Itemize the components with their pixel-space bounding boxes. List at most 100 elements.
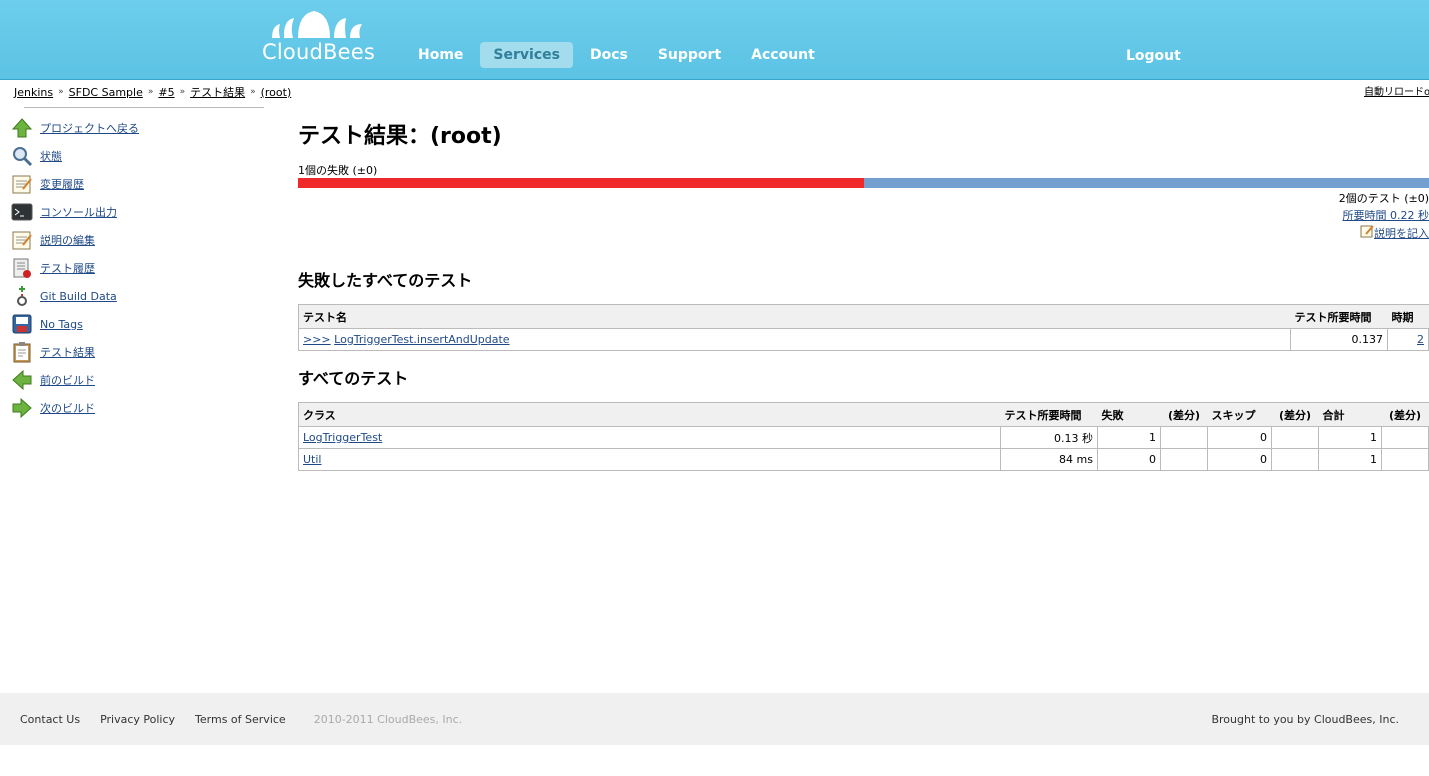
auto-reload-link[interactable]: 自動リロードo	[1364, 83, 1429, 98]
duration-link[interactable]: 所要時間 0.22 秒	[1343, 207, 1429, 224]
main-nav: Home Services Docs Support Account	[405, 42, 832, 68]
fail-diff-cell	[1160, 426, 1208, 449]
nav-support[interactable]: Support	[645, 42, 734, 68]
skip-cell: 0	[1207, 426, 1272, 449]
sidebar: プロジェクトへ戻る 状態 変更履歴 コンソール出力 説明の編集 テスト履歴 Gi…	[10, 114, 139, 422]
table-row: >>> LogTriggerTest.insertAndUpdate 0.137…	[298, 328, 1429, 351]
notepad-icon	[10, 172, 34, 196]
sidebar-item-changes[interactable]: 変更履歴	[10, 170, 139, 198]
sidebar-item-label[interactable]: プロジェクトへ戻る	[40, 120, 139, 136]
sidebar-item-console[interactable]: コンソール出力	[10, 198, 139, 226]
edit-description-link[interactable]: 説明を記入	[1374, 225, 1429, 242]
total-cell: 1	[1318, 448, 1382, 471]
sidebar-item-edit-description[interactable]: 説明の編集	[10, 226, 139, 254]
breadcrumb-separator-icon: »	[147, 87, 154, 97]
fail-cell: 1	[1097, 426, 1161, 449]
sidebar-item-no-tags[interactable]: No Tags	[10, 310, 139, 338]
footer-contact-us[interactable]: Contact Us	[20, 713, 80, 726]
table-row: LogTriggerTest 0.13 秒 1 0 1	[298, 426, 1429, 449]
test-duration-cell: 0.137	[1290, 328, 1388, 351]
fail-cell: 0	[1097, 448, 1161, 471]
nav-account[interactable]: Account	[738, 42, 828, 68]
nav-services[interactable]: Services	[480, 42, 573, 68]
sidebar-divider	[24, 107, 264, 108]
breadcrumb-build-5[interactable]: #5	[158, 86, 174, 99]
sidebar-item-label[interactable]: 説明の編集	[40, 232, 95, 248]
fail-diff-cell	[1160, 448, 1208, 471]
right-arrow-icon	[10, 396, 34, 420]
clipboard-icon	[10, 340, 34, 364]
fail-count-text: 1個の失敗 (±0)	[298, 164, 378, 177]
sidebar-item-test-results[interactable]: テスト結果	[10, 338, 139, 366]
column-total: 合計	[1318, 402, 1382, 427]
sidebar-item-label[interactable]: Git Build Data	[40, 290, 117, 303]
column-test-name: テスト名	[298, 304, 1291, 329]
nav-docs[interactable]: Docs	[577, 42, 641, 68]
sidebar-item-previous-build[interactable]: 前のビルド	[10, 366, 139, 394]
notepad-edit-icon	[1360, 224, 1374, 243]
column-skip: スキップ	[1207, 402, 1272, 427]
notepad-edit-icon	[10, 228, 34, 252]
sidebar-item-next-build[interactable]: 次のビルド	[10, 394, 139, 422]
table-header-row: クラス テスト所要時間 失敗 (差分) スキップ (差分) 合計 (差分)	[298, 402, 1429, 427]
sidebar-item-label[interactable]: 状態	[40, 148, 62, 164]
class-cell: Util	[298, 448, 1001, 471]
save-icon	[10, 312, 34, 336]
test-result-bar-fail	[298, 178, 864, 188]
sidebar-item-status[interactable]: 状態	[10, 142, 139, 170]
column-total-diff: (差分)	[1381, 402, 1429, 427]
sidebar-item-label[interactable]: コンソール出力	[40, 204, 117, 220]
test-age-cell: 2	[1387, 328, 1429, 351]
test-history-icon	[10, 256, 34, 280]
test-summary: 2個のテスト (±0) 所要時間 0.22 秒 説明を記入	[1339, 190, 1429, 243]
magnifier-icon	[10, 144, 34, 168]
git-icon	[10, 284, 34, 308]
expand-link[interactable]: >>>	[303, 333, 331, 346]
column-fail-diff: (差分)	[1160, 402, 1208, 427]
sidebar-item-back-to-project[interactable]: プロジェクトへ戻る	[10, 114, 139, 142]
all-tests-heading: すべてのテスト	[298, 369, 409, 388]
class-link[interactable]: LogTriggerTest	[303, 431, 382, 444]
sidebar-item-label[interactable]: No Tags	[40, 318, 83, 331]
skip-diff-cell	[1271, 448, 1319, 471]
nav-home[interactable]: Home	[405, 42, 476, 68]
page-title: テスト結果：(root)	[298, 124, 502, 149]
column-age: 時期	[1387, 304, 1429, 329]
total-diff-cell	[1381, 426, 1429, 449]
sidebar-item-label[interactable]: 変更履歴	[40, 176, 84, 192]
test-count-text: 2個のテスト (±0)	[1338, 192, 1429, 205]
footer-terms-of-service[interactable]: Terms of Service	[195, 713, 286, 726]
all-tests-table: クラス テスト所要時間 失敗 (差分) スキップ (差分) 合計 (差分) Lo…	[298, 402, 1429, 471]
sidebar-item-test-history[interactable]: テスト履歴	[10, 254, 139, 282]
up-arrow-icon	[10, 116, 34, 140]
sidebar-item-label[interactable]: 次のビルド	[40, 400, 95, 416]
sidebar-item-label[interactable]: テスト履歴	[40, 260, 95, 276]
test-name-link[interactable]: LogTriggerTest.insertAndUpdate	[334, 333, 509, 346]
total-diff-cell	[1381, 448, 1429, 471]
table-header-row: テスト名 テスト所要時間 時期	[298, 304, 1429, 329]
logout-link[interactable]: Logout	[1126, 48, 1181, 64]
column-skip-diff: (差分)	[1271, 402, 1319, 427]
test-age-link[interactable]: 2	[1417, 333, 1424, 346]
class-cell: LogTriggerTest	[298, 426, 1001, 449]
column-class: クラス	[298, 402, 1001, 427]
duration-cell: 84 ms	[1000, 448, 1098, 471]
class-link[interactable]: Util	[303, 453, 321, 466]
sidebar-item-label[interactable]: テスト結果	[40, 344, 95, 360]
column-fail: 失敗	[1097, 402, 1161, 427]
footer-brought-by: Brought to you by CloudBees, Inc.	[1211, 713, 1399, 726]
footer-privacy-policy[interactable]: Privacy Policy	[100, 713, 175, 726]
sidebar-item-git-build-data[interactable]: Git Build Data	[10, 282, 139, 310]
failed-tests-heading: 失敗したすべてのテスト	[298, 271, 473, 290]
total-cell: 1	[1318, 426, 1382, 449]
footer: Contact Us Privacy Policy Terms of Servi…	[0, 693, 1429, 745]
sidebar-item-label[interactable]: 前のビルド	[40, 372, 95, 388]
breadcrumb-test-results[interactable]: テスト結果	[190, 84, 245, 100]
breadcrumb-root[interactable]: (root)	[261, 86, 292, 99]
breadcrumb-sfdc-sample[interactable]: SFDC Sample	[69, 86, 143, 99]
duration-cell: 0.13 秒	[1000, 426, 1098, 449]
breadcrumb-jenkins[interactable]: Jenkins	[14, 86, 53, 99]
breadcrumb-separator-icon: »	[250, 87, 256, 97]
top-header: CloudBees Home Services Docs Support Acc…	[0, 0, 1429, 80]
terminal-icon	[10, 200, 34, 224]
